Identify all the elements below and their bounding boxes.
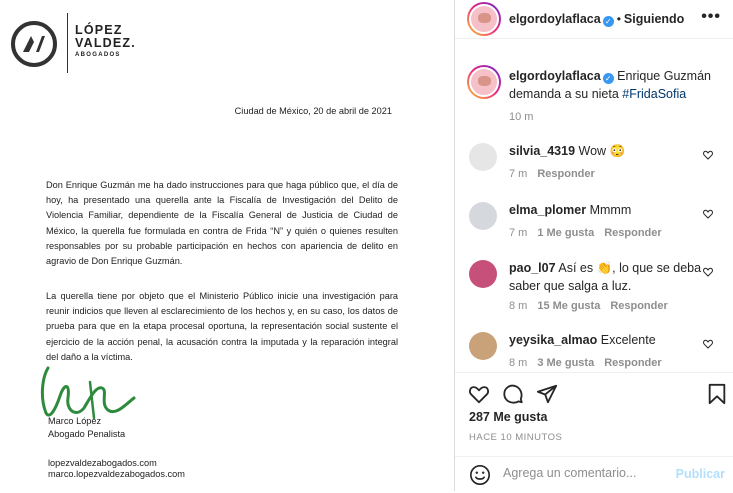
comment-time: 7 m [509, 168, 528, 180]
emoji-smiley-icon[interactable] [469, 464, 491, 486]
reply-button[interactable]: Responder [604, 357, 661, 369]
reply-button[interactable]: Responder [604, 227, 661, 239]
add-comment-row: Publicar [455, 456, 733, 493]
header-user: elgordoylaflaca ✓ • Siguiendo [509, 10, 684, 28]
post-header: elgordoylaflaca ✓ • Siguiendo ••• [455, 0, 733, 39]
comment-username[interactable]: silvia_4319 [509, 144, 575, 158]
avatar[interactable] [469, 202, 497, 230]
document-paragraph-1: Don Enrique Guzmán me ha dado instruccio… [46, 180, 398, 267]
caption-username[interactable]: elgordoylaflaca [509, 69, 601, 83]
contact-email: marco.lopezvaldezabogados.com [48, 469, 185, 479]
comment-likes[interactable]: 1 Me gusta [537, 227, 594, 239]
comment-text: Mmmm [589, 203, 632, 217]
comment-username[interactable]: elma_plomer [509, 203, 586, 217]
more-options-icon[interactable]: ••• [701, 8, 721, 26]
header-username[interactable]: elgordoylaflaca [509, 12, 601, 26]
likes-count[interactable]: 287 Me gusta [469, 410, 548, 424]
add-comment-input[interactable] [503, 466, 663, 480]
caption-time: 10 m [509, 111, 534, 123]
comment: pao_l07 Así es 👏, lo que se deba saber q… [509, 259, 704, 295]
following-button[interactable]: Siguiendo [624, 12, 684, 26]
law-firm-logo-icon [11, 21, 57, 67]
like-comment-heart-icon[interactable] [703, 267, 713, 277]
comment-text: Excelente [600, 333, 656, 347]
logo-name: LÓPEZ VALDEZ. [75, 24, 136, 50]
reply-button[interactable]: Responder [610, 300, 667, 312]
logo-line2: VALDEZ. [75, 36, 136, 50]
header-dot: • [616, 12, 621, 26]
post-actions: 287 Me gusta HACE 10 MINUTOS Publicar [455, 372, 733, 492]
signer-block: Marco López Abogado Penalista [48, 415, 125, 441]
author-avatar[interactable] [467, 2, 501, 36]
save-bookmark-icon[interactable] [706, 383, 728, 405]
like-comment-heart-icon[interactable] [703, 150, 713, 160]
caption: elgordoylaflaca ✓ Enrique Guzmán demanda … [509, 67, 724, 103]
comment-time: 8 m [509, 300, 528, 312]
caption-hashtag[interactable]: #FridaSofia [622, 87, 686, 101]
avatar[interactable] [469, 332, 497, 360]
comment-username[interactable]: pao_l07 [509, 261, 556, 275]
verified-badge-icon: ✓ [602, 73, 614, 84]
logo-subtitle: ABOGADOS [75, 52, 121, 58]
post-image: LÓPEZ VALDEZ. ABOGADOS Ciudad de México,… [0, 0, 455, 491]
signer-name: Marco López [48, 416, 102, 426]
contact-block: lopezvaldezabogados.com marco.lopezvalde… [48, 458, 185, 480]
comment: yeysika_almao Excelente [509, 331, 704, 349]
publish-button[interactable]: Publicar [676, 467, 725, 481]
avatar[interactable] [469, 143, 497, 171]
document-paragraph-2: La querella tiene por objeto que el Mini… [46, 291, 398, 362]
posted-time: HACE 10 MINUTOS [469, 432, 563, 443]
comment-likes[interactable]: 3 Me gusta [537, 357, 594, 369]
comment: elma_plomer Mmmm [509, 201, 704, 219]
comment-text: Wow 😳 [578, 144, 626, 158]
reply-button[interactable]: Responder [537, 168, 594, 180]
like-heart-icon[interactable] [468, 383, 490, 405]
comment-bubble-icon[interactable] [502, 383, 524, 405]
comment-meta: 8 m 3 Me gusta Responder [509, 357, 662, 369]
comment-meta: 8 m 15 Me gusta Responder [509, 300, 668, 312]
logo-divider [67, 13, 68, 73]
comment: silvia_4319 Wow 😳 [509, 142, 704, 160]
avatar[interactable] [469, 260, 497, 288]
comment-time: 7 m [509, 227, 528, 239]
document-date: Ciudad de México, 20 de abril de 2021 [234, 106, 392, 116]
comment-meta: 7 m 1 Me gusta Responder [509, 227, 662, 239]
contact-web: lopezvaldezabogados.com [48, 458, 157, 468]
comment-time: 8 m [509, 357, 528, 369]
caption-avatar[interactable] [467, 65, 501, 99]
comment-meta: 7 m Responder [509, 168, 595, 180]
signer-title: Abogado Penalista [48, 429, 126, 439]
share-send-icon[interactable] [536, 383, 558, 405]
comment-likes[interactable]: 15 Me gusta [537, 300, 600, 312]
post-sidebar: elgordoylaflaca ✓ • Siguiendo ••• elgordoyl… [455, 0, 733, 491]
comment-username[interactable]: yeysika_almao [509, 333, 597, 347]
like-comment-heart-icon[interactable] [703, 209, 713, 219]
verified-badge-icon: ✓ [602, 16, 614, 27]
like-comment-heart-icon[interactable] [703, 339, 713, 349]
